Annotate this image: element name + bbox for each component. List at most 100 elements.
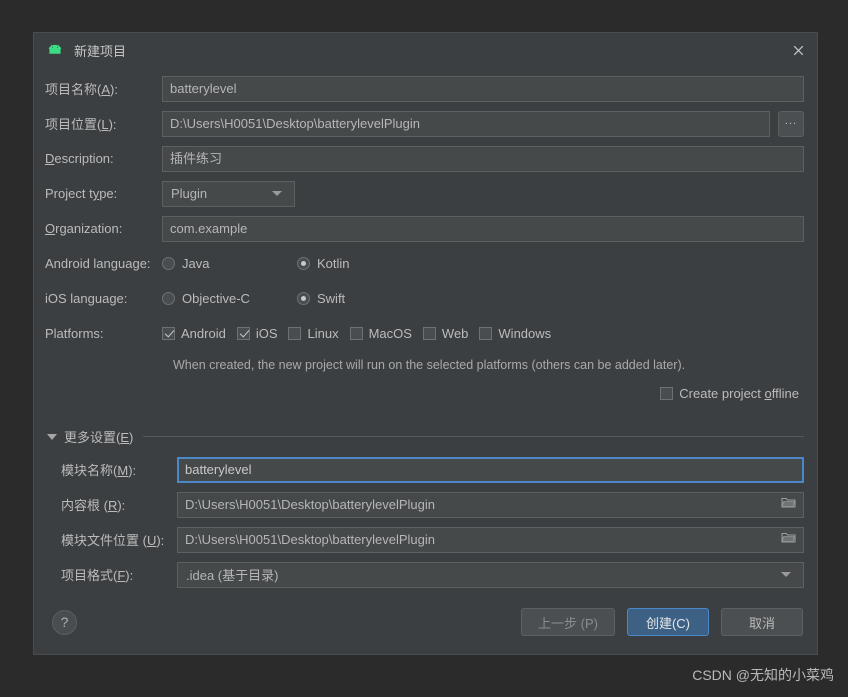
radio-swift-indicator: [297, 292, 310, 305]
description-value: 插件练习: [170, 150, 223, 166]
android-icon: [46, 41, 64, 59]
project-location-value: D:\Users\H0051\Desktop\batterylevelPlugi…: [170, 115, 421, 131]
row-module-file-location: 模块文件位置 (U): D:\Users\H0051\Desktop\batte…: [45, 522, 804, 557]
more-settings-form: 模块名称(M): batterylevel 内容根 (R): D:\Users\…: [34, 452, 817, 592]
checkbox-web-label: Web: [441, 326, 469, 341]
module-file-location-input[interactable]: D:\Users\H0051\Desktop\batterylevelPlugi…: [177, 526, 804, 553]
row-android-language: Android language: Java Kotlin: [45, 246, 804, 281]
radio-objective-c[interactable]: Objective-C: [162, 291, 297, 306]
platforms-checkboxes: Android iOS Linux MacOS Web Windows: [162, 326, 804, 341]
new-project-dialog: 新建项目 项目名称(A): batterylevel 项目位置(L): D:\U…: [33, 32, 818, 655]
help-button[interactable]: ?: [52, 609, 77, 635]
checkbox-macos[interactable]: MacOS: [349, 326, 412, 341]
project-location-label: 项目位置(L):: [45, 117, 117, 132]
chevron-down-icon[interactable]: [47, 433, 57, 440]
more-settings-label: 更多设置(E): [64, 430, 134, 445]
description-input[interactable]: 插件练习: [162, 145, 804, 172]
project-format-value: .idea (基于目录): [186, 568, 279, 583]
radio-java-indicator: [162, 257, 175, 270]
ios-language-radios: Objective-C Swift: [162, 291, 804, 306]
row-content-root: 内容根 (R): D:\Users\H0051\Desktop\batteryl…: [45, 487, 804, 522]
project-type-label: Project type:: [45, 186, 118, 201]
dialog-title: 新建项目: [74, 43, 127, 59]
checkbox-linux-indicator: [288, 327, 302, 340]
radio-objective-c-indicator: [162, 292, 175, 305]
module-file-location-value: D:\Users\H0051\Desktop\batterylevelPlugi…: [185, 531, 436, 547]
watermark: CSDN @无知的小菜鸡: [692, 667, 834, 683]
project-name-value: batterylevel: [170, 80, 237, 96]
module-name-input[interactable]: batterylevel: [177, 456, 804, 483]
create-button[interactable]: 创建(C): [627, 608, 709, 636]
radio-java[interactable]: Java: [162, 256, 297, 271]
checkbox-ios-label: iOS: [255, 326, 278, 341]
radio-swift[interactable]: Swift: [297, 291, 345, 306]
checkbox-android-label: Android: [181, 326, 226, 341]
dialog-titlebar: 新建项目: [34, 33, 817, 67]
screen: 新建项目 项目名称(A): batterylevel 项目位置(L): D:\U…: [0, 0, 848, 697]
organization-label: Organization:: [45, 221, 123, 236]
module-file-location-label: 模块文件位置 (U):: [61, 533, 165, 548]
checkbox-create-offline[interactable]: Create project offline: [660, 386, 799, 401]
row-project-name: 项目名称(A): batterylevel: [45, 71, 804, 106]
organization-input[interactable]: com.example: [162, 215, 804, 242]
folder-icon[interactable]: [781, 528, 796, 552]
platforms-note: When created, the new project will run o…: [173, 358, 686, 372]
checkbox-linux-label: Linux: [307, 326, 339, 341]
organization-value: com.example: [170, 220, 248, 236]
row-create-offline: Create project offline: [45, 379, 804, 407]
checkbox-android[interactable]: Android: [162, 326, 226, 341]
module-name-value: batterylevel: [185, 461, 252, 477]
radio-swift-label: Swift: [317, 291, 346, 306]
checkbox-windows[interactable]: Windows: [479, 326, 551, 341]
folder-icon[interactable]: [781, 493, 796, 517]
row-module-name: 模块名称(M): batterylevel: [45, 452, 804, 487]
radio-java-label: Java: [182, 256, 210, 271]
project-name-input[interactable]: batterylevel: [162, 75, 804, 102]
project-type-value: Plugin: [171, 186, 208, 201]
ios-language-label: iOS language:: [45, 291, 128, 306]
project-format-select[interactable]: .idea (基于目录): [177, 561, 804, 588]
previous-button[interactable]: 上一步 (P): [521, 608, 615, 636]
description-label: Description:: [45, 151, 114, 166]
more-settings-header[interactable]: 更多设置(E): [47, 427, 804, 446]
project-name-label: 项目名称(A):: [45, 82, 118, 97]
checkbox-ios[interactable]: iOS: [236, 326, 278, 341]
checkbox-linux[interactable]: Linux: [288, 326, 339, 341]
checkbox-macos-label: MacOS: [368, 326, 412, 341]
content-root-label: 内容根 (R):: [61, 498, 126, 513]
content-root-input[interactable]: D:\Users\H0051\Desktop\batterylevelPlugi…: [177, 491, 804, 518]
project-location-input[interactable]: D:\Users\H0051\Desktop\batterylevelPlugi…: [162, 110, 770, 137]
checkbox-ios-indicator: [236, 327, 250, 340]
separator: [143, 436, 804, 437]
row-organization: Organization: com.example: [45, 211, 804, 246]
radio-objective-c-label: Objective-C: [182, 291, 250, 306]
project-format-label: 项目格式(F):: [61, 568, 134, 583]
row-project-type: Project type: Plugin: [45, 176, 804, 211]
android-language-radios: Java Kotlin: [162, 256, 804, 271]
row-project-format: 项目格式(F): .idea (基于目录): [45, 557, 804, 592]
radio-kotlin-indicator: [297, 257, 310, 270]
checkbox-android-indicator: [162, 327, 175, 340]
android-language-label: Android language:: [45, 256, 151, 271]
chevron-down-icon: [272, 191, 282, 196]
dialog-button-bar: ? 上一步 (P) 创建(C) 取消: [34, 590, 817, 654]
checkbox-windows-label: Windows: [498, 326, 552, 341]
checkbox-create-offline-label: Create project offline: [679, 385, 799, 401]
radio-kotlin-label: Kotlin: [317, 256, 350, 271]
row-project-location: 项目位置(L): D:\Users\H0051\Desktop\batteryl…: [45, 106, 804, 141]
row-description: Description: 插件练习: [45, 141, 804, 176]
checkbox-windows-indicator: [479, 327, 493, 340]
chevron-down-icon: [781, 572, 791, 577]
checkbox-create-offline-indicator: [660, 386, 674, 400]
radio-kotlin[interactable]: Kotlin: [297, 256, 350, 271]
ellipsis-icon: ...: [784, 114, 798, 127]
row-ios-language: iOS language: Objective-C Swift: [45, 281, 804, 316]
close-icon[interactable]: [785, 37, 811, 63]
project-type-select[interactable]: Plugin: [162, 180, 295, 207]
browse-button[interactable]: ...: [778, 110, 804, 137]
content-root-value: D:\Users\H0051\Desktop\batterylevelPlugi…: [185, 496, 436, 512]
checkbox-web[interactable]: Web: [422, 326, 469, 341]
cancel-button[interactable]: 取消: [721, 608, 803, 636]
checkbox-macos-indicator: [349, 327, 363, 340]
module-name-label: 模块名称(M):: [61, 463, 137, 478]
